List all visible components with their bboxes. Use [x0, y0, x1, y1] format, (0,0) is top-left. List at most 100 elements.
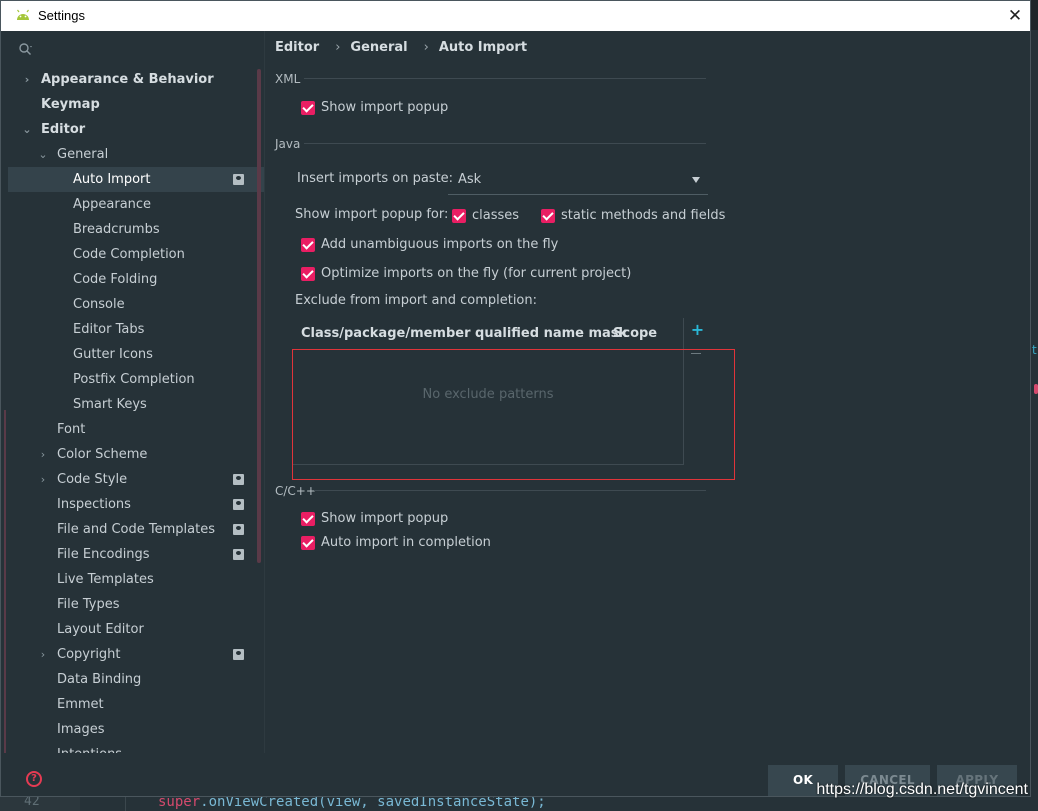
sidebar-item-label: Editor [41, 122, 86, 137]
checkbox-label: Add unambiguous imports on the fly [321, 237, 559, 252]
search-icon [19, 43, 32, 55]
splitter[interactable] [264, 31, 265, 753]
section-title-cpp: C/C++ [275, 484, 316, 498]
sidebar-item-code-folding[interactable]: Code Folding [8, 267, 264, 292]
column-header-mask[interactable]: Class/package/member qualified name mask [301, 326, 627, 341]
chevron-right-icon[interactable]: › [38, 642, 48, 667]
sidebar-item-label: Postfix Completion [73, 372, 195, 387]
sidebar-item-label: Editor Tabs [73, 322, 145, 337]
sidebar-item-gutter-icons[interactable]: Gutter Icons [8, 342, 264, 367]
section-divider [304, 78, 706, 79]
checkbox-label: Show import popup [321, 511, 449, 526]
checkbox-label: static methods and fields [561, 208, 726, 223]
sidebar-item-label: Code Folding [73, 272, 158, 287]
dropdown-arrow-icon [692, 177, 700, 183]
sidebar-item-postfix-completion[interactable]: Postfix Completion [8, 367, 264, 392]
sidebar-item-label: Auto Import [73, 172, 151, 187]
sidebar-item-label: Gutter Icons [73, 347, 153, 362]
close-icon[interactable]: ✕ [1002, 4, 1028, 28]
sidebar-item-font[interactable]: Font [8, 417, 264, 442]
checkbox-label: Show import popup [321, 100, 449, 115]
sidebar-item-file-and-code-templates[interactable]: File and Code Templates [8, 517, 264, 542]
sidebar-item-label: Inspections [57, 497, 131, 512]
sidebar-item-smart-keys[interactable]: Smart Keys [8, 392, 264, 417]
annotation-highlight-box [292, 349, 735, 480]
sidebar-item-label: Color Scheme [57, 447, 148, 462]
column-header-scope[interactable]: Scope [613, 326, 657, 341]
section-title-java: Java [275, 137, 301, 151]
project-scope-icon [233, 474, 244, 485]
sidebar-item-label: Data Binding [57, 672, 142, 687]
help-icon[interactable]: ? [26, 771, 42, 787]
show-popup-for-label: Show import popup for: [295, 207, 449, 222]
exclude-label: Exclude from import and completion: [295, 293, 537, 308]
title-bar[interactable]: Settings ✕ [1, 1, 1030, 31]
sidebar-item-label: Code Completion [73, 247, 185, 262]
table-header: Class/package/member qualified name mask… [293, 318, 683, 350]
background-editor-strip [1031, 30, 1038, 790]
android-icon [17, 9, 29, 20]
sidebar-item-appearance[interactable]: Appearance [8, 192, 264, 217]
sidebar-item-code-style[interactable]: › Code Style [8, 467, 264, 492]
sidebar-item-label: Live Templates [57, 572, 154, 587]
section-divider [314, 490, 706, 491]
sidebar-item-label: Console [73, 297, 125, 312]
sidebar-item-label: Appearance & Behavior [41, 72, 214, 87]
insert-imports-dropdown[interactable]: Ask [448, 169, 708, 195]
breadcrumb-general[interactable]: General [350, 40, 407, 55]
sidebar-item-general[interactable]: ⌄ General [8, 142, 264, 167]
sidebar-item-label: Keymap [41, 97, 100, 112]
search-input[interactable] [12, 37, 262, 59]
sidebar-item-file-types[interactable]: File Types [8, 592, 264, 617]
sidebar-item-editor[interactable]: ⌄ Editor [8, 117, 264, 142]
breadcrumb-auto-import: Auto Import [438, 40, 528, 55]
sidebar-item-label: General [57, 147, 109, 162]
sidebar-item-copyright[interactable]: › Copyright [8, 642, 264, 667]
sidebar-item-code-completion[interactable]: Code Completion [8, 242, 264, 267]
sidebar-scrollbar[interactable] [257, 69, 261, 563]
chevron-right-icon[interactable]: › [22, 67, 32, 92]
sidebar-item-inspections[interactable]: Inspections [8, 492, 264, 517]
sidebar-item-label: Emmet [57, 697, 104, 712]
sidebar-item-editor-tabs[interactable]: Editor Tabs [8, 317, 264, 342]
sidebar-item-appearance-behavior[interactable]: › Appearance & Behavior [8, 67, 264, 92]
sidebar-item-breadcrumbs[interactable]: Breadcrumbs [8, 217, 264, 242]
sidebar-item-layout-editor[interactable]: Layout Editor [8, 617, 264, 642]
project-scope-icon [233, 649, 244, 660]
project-scope-icon [233, 499, 244, 510]
sidebar-item-label: Font [57, 422, 86, 437]
insert-imports-label: Insert imports on paste: [297, 171, 454, 186]
sidebar-item-label: Appearance [73, 197, 152, 212]
add-icon[interactable]: + [684, 320, 711, 339]
sidebar-scroll-indicator [4, 410, 6, 753]
sidebar-item-label: Copyright [57, 647, 121, 662]
sidebar-item-emmet[interactable]: Emmet [8, 692, 264, 717]
checkbox-checked-icon [301, 512, 315, 526]
sidebar-item-label: Intentions [57, 742, 122, 753]
checkbox-label: Optimize imports on the fly (for current… [321, 266, 632, 281]
chevron-right-icon[interactable]: › [38, 442, 48, 467]
sidebar-item-console[interactable]: Console [8, 292, 264, 317]
checkbox-checked-icon [301, 101, 315, 115]
checkbox-checked-icon [452, 209, 466, 223]
sidebar-item-label: Smart Keys [73, 397, 147, 412]
chevron-right-icon[interactable]: › [38, 467, 48, 492]
background-peek-mark [1034, 384, 1038, 394]
sidebar-item-keymap[interactable]: Keymap [8, 92, 264, 117]
watermark-text: https://blog.csdn.net/tgvincent [816, 781, 1028, 798]
project-scope-icon [233, 524, 244, 535]
chevron-down-icon[interactable]: ⌄ [22, 117, 32, 142]
sidebar-item-color-scheme[interactable]: › Color Scheme [8, 442, 264, 467]
sidebar-item-data-binding[interactable]: Data Binding [8, 667, 264, 692]
sidebar-item-intentions[interactable]: Intentions [8, 742, 264, 753]
sidebar-item-label: File Encodings [57, 547, 150, 562]
sidebar-item-label: Images [57, 722, 105, 737]
sidebar-item-label: File and Code Templates [57, 522, 215, 537]
breadcrumb-editor[interactable]: Editor [275, 40, 319, 55]
chevron-down-icon[interactable]: ⌄ [38, 142, 48, 167]
project-scope-icon [233, 174, 244, 185]
sidebar-item-live-templates[interactable]: Live Templates [8, 567, 264, 592]
sidebar-item-file-encodings[interactable]: File Encodings [8, 542, 264, 567]
sidebar-item-images[interactable]: Images [8, 717, 264, 742]
sidebar-item-auto-import[interactable]: Auto Import [8, 167, 264, 192]
